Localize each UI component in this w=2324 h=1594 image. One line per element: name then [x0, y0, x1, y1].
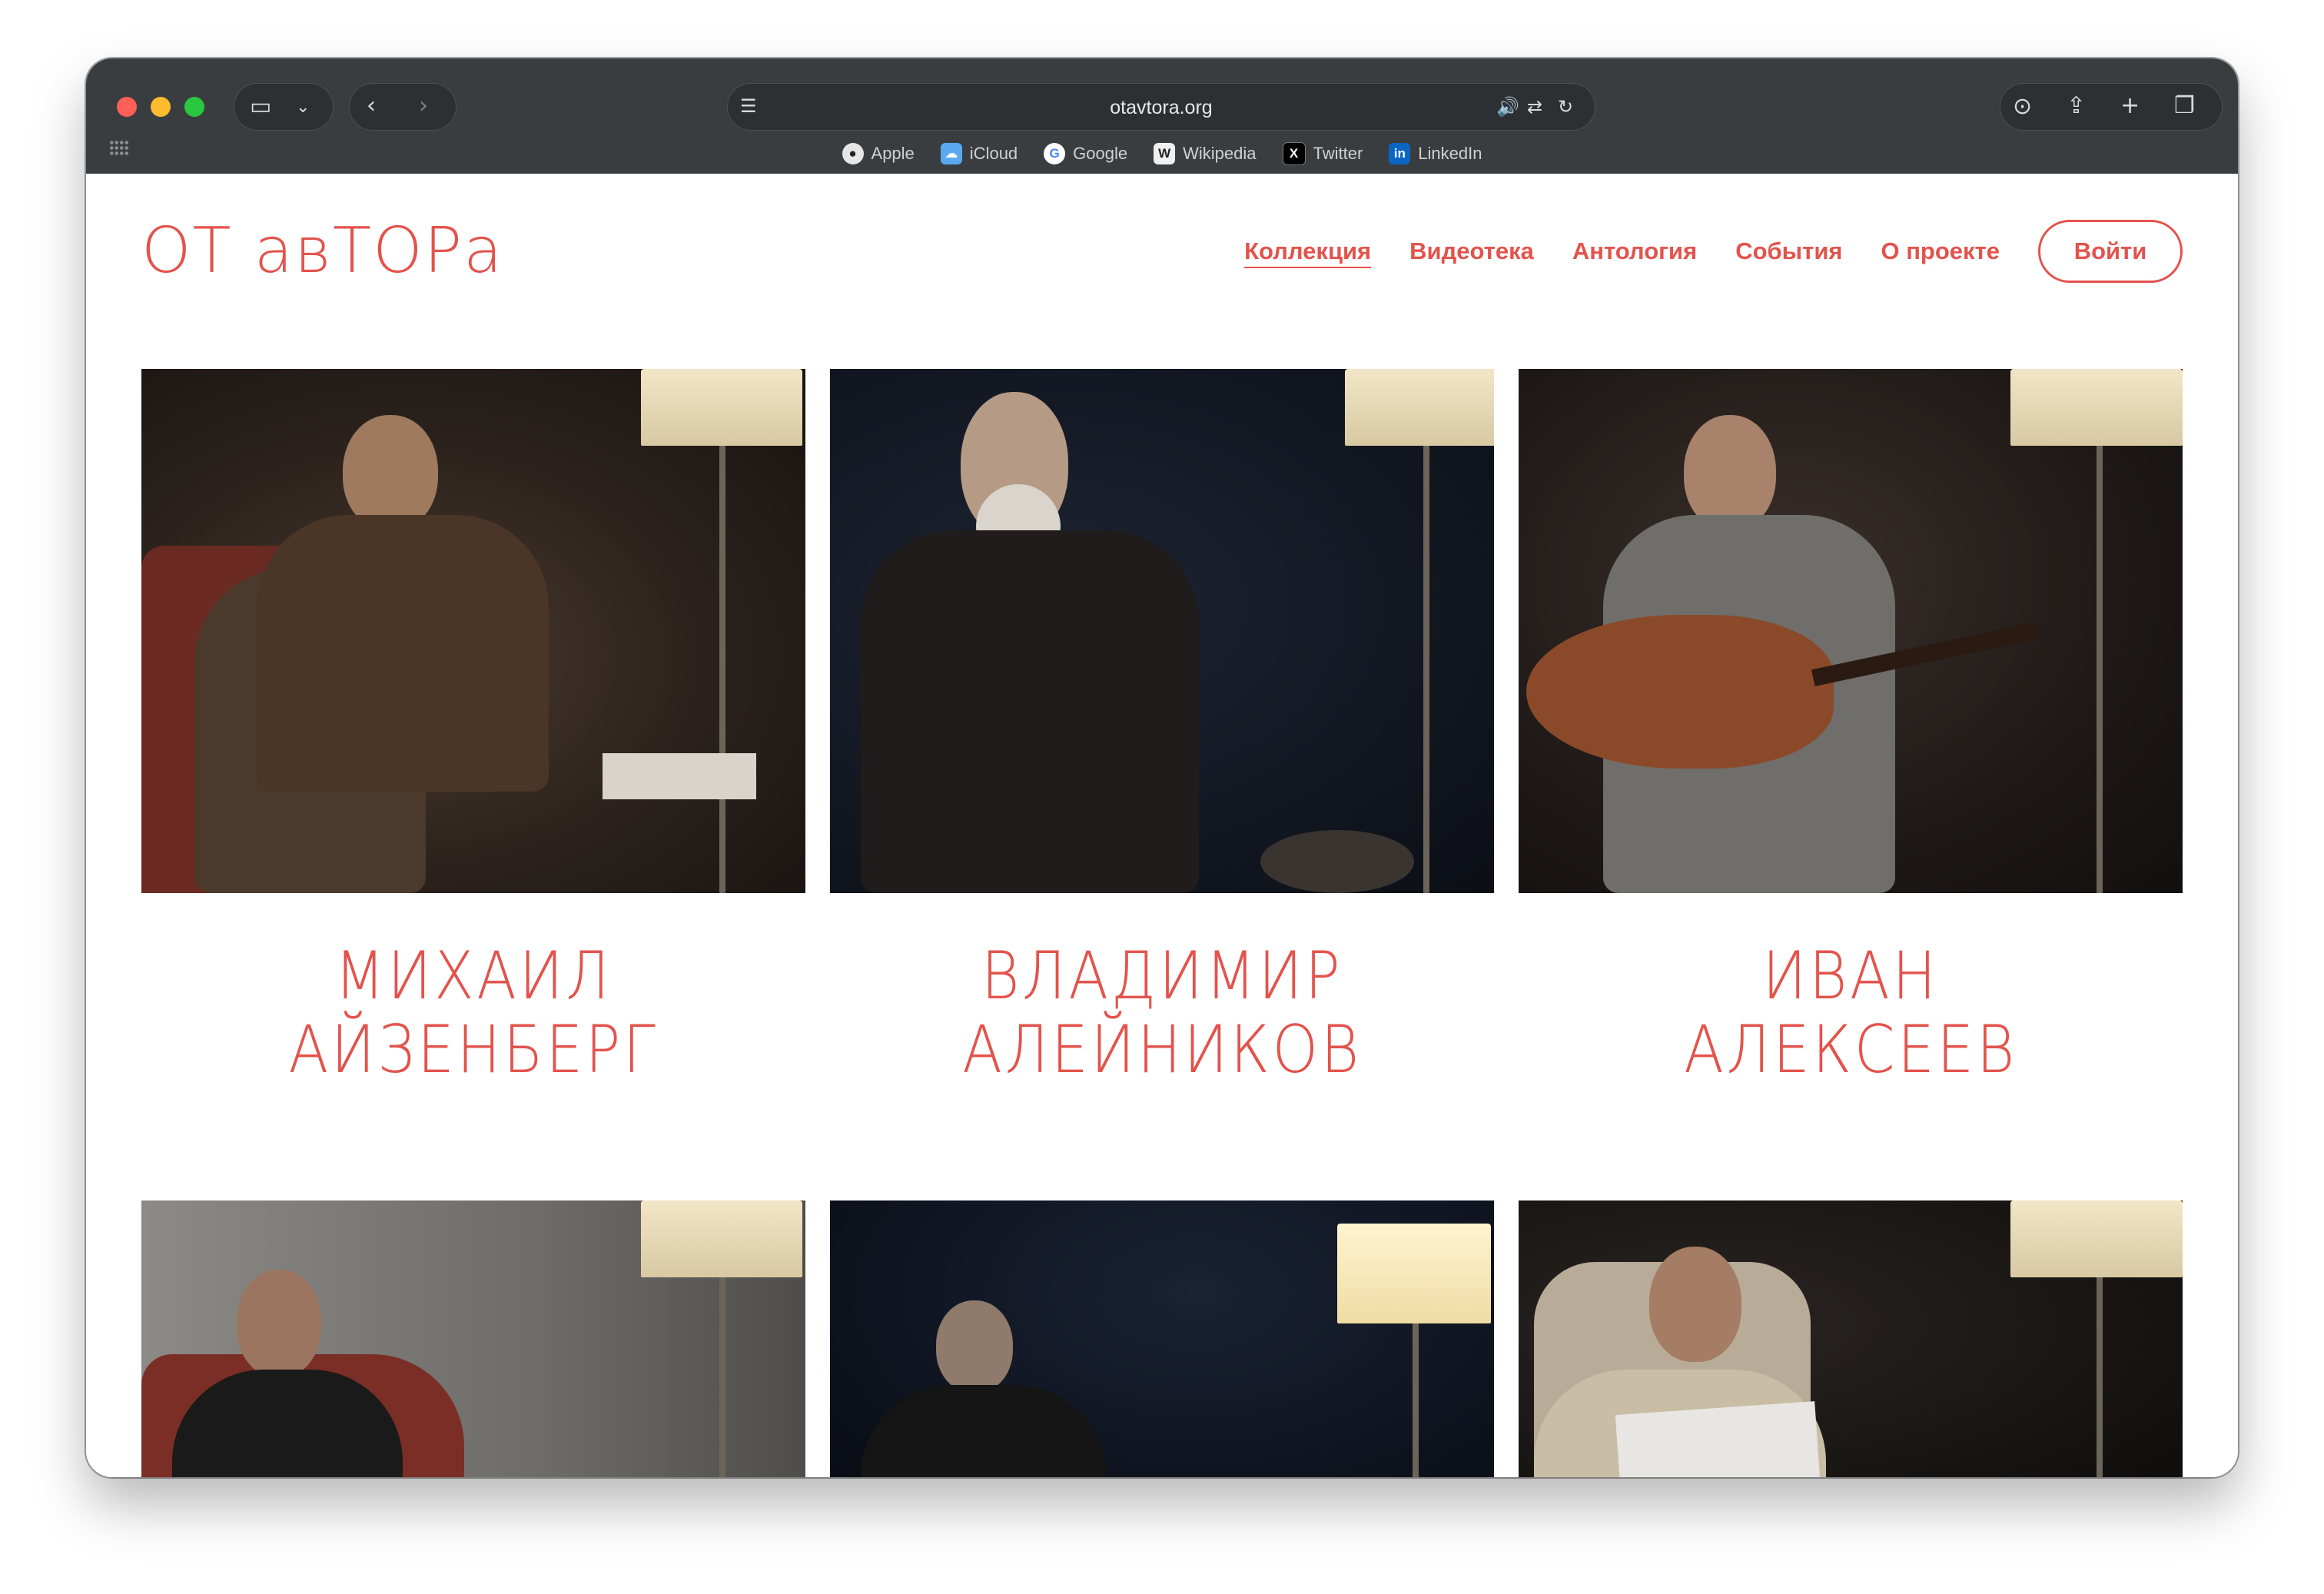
person-head: [936, 1300, 1013, 1393]
sidebar-icon[interactable]: ▭: [250, 95, 271, 118]
author-photo[interactable]: [141, 369, 805, 893]
guitar: [1526, 615, 1834, 769]
x-icon: X: [1282, 142, 1306, 165]
lamp-pole: [719, 1277, 725, 1477]
author-first-name: ИВАН: [1762, 938, 1939, 1015]
favorite-apple[interactable]: ● Apple: [842, 138, 915, 169]
address-bar[interactable]: ☰ otavtora.org 🔊 ⇄ ↻: [727, 83, 1595, 131]
books: [603, 753, 756, 799]
author-photo[interactable]: [830, 1200, 1494, 1477]
tab-overview-icon[interactable]: ❐: [2174, 95, 2195, 118]
author-last-name: АЛЕКСЕЕВ: [1684, 1011, 2017, 1088]
icloud-icon: ☁: [940, 143, 962, 164]
web-page: ОТ авТОРа Коллекция Видеотека Антология …: [86, 174, 2238, 1477]
nav-events[interactable]: События: [1735, 237, 1842, 265]
person-head: [1649, 1247, 1741, 1362]
author-first-name: ВЛАДИМИР: [981, 938, 1343, 1015]
nav-videoteka[interactable]: Видеотека: [1409, 237, 1534, 265]
lamp-shade: [641, 1200, 802, 1277]
favorite-google[interactable]: G Google: [1044, 138, 1127, 169]
chevron-down-icon[interactable]: ⌄: [296, 96, 310, 119]
browser-window: ▭ ⌄ ‹ › ☰ otavtora.org 🔊 ⇄ ↻ ⊙ ⇪ + ❐ ● A…: [86, 58, 2238, 1477]
lamp-pole: [719, 446, 725, 893]
new-tab-icon[interactable]: +: [2120, 95, 2140, 118]
google-icon: G: [1044, 143, 1066, 164]
forward-icon[interactable]: ›: [419, 95, 428, 118]
author-last-name: АЙЗЕНБЕРГ: [288, 1011, 659, 1088]
downloads-icon[interactable]: ⊙: [2013, 95, 2032, 118]
nav-about[interactable]: О проекте: [1881, 237, 2000, 265]
person: [861, 1385, 1107, 1477]
favorite-label: Twitter: [1313, 144, 1363, 163]
lamp-shade: [1337, 1224, 1491, 1323]
favorite-label: LinkedIn: [1418, 144, 1482, 163]
author-photo[interactable]: [830, 369, 1494, 893]
jacket: [257, 515, 549, 792]
favorite-twitter[interactable]: X Twitter: [1282, 138, 1363, 169]
minimize-window-button[interactable]: [151, 97, 171, 117]
toolbar-actions: ⊙ ⇪ + ❐: [2000, 83, 2223, 131]
linkedin-icon: in: [1389, 143, 1411, 164]
side-table: [1260, 830, 1414, 893]
person-head: [237, 1270, 321, 1377]
login-button[interactable]: Войти: [2038, 220, 2183, 283]
author-photo[interactable]: [1519, 1200, 2183, 1477]
share-icon[interactable]: ⇪: [2067, 95, 2086, 118]
favorite-wikipedia[interactable]: W Wikipedia: [1154, 138, 1257, 169]
lamp-shade: [2010, 1200, 2183, 1277]
reload-icon[interactable]: ↻: [1558, 95, 1573, 118]
author-first-name: МИХАИЛ: [334, 938, 613, 1015]
favorite-label: Wikipedia: [1183, 144, 1257, 163]
browser-toolbar: ▭ ⌄ ‹ › ☰ otavtora.org 🔊 ⇄ ↻ ⊙ ⇪ + ❐ ● A…: [86, 58, 2238, 174]
history-nav-group: ‹ ›: [349, 83, 456, 131]
audio-playing-icon[interactable]: 🔊: [1496, 95, 1519, 118]
person: [861, 530, 1199, 893]
main-nav: Коллекция Видеотека Антология События О …: [1244, 220, 2183, 283]
wikipedia-icon: W: [1154, 143, 1176, 164]
lamp-pole: [2097, 1277, 2103, 1477]
author-photo[interactable]: [141, 1200, 805, 1477]
back-icon[interactable]: ‹: [367, 95, 376, 118]
author-name[interactable]: ИВАН АЛЕКСЕЕВ: [1559, 939, 2143, 1087]
favorite-label: Apple: [871, 144, 915, 163]
lamp-shade: [1345, 369, 1494, 446]
favorite-linkedin[interactable]: in LinkedIn: [1389, 138, 1482, 169]
site-logo[interactable]: ОТ авТОРа: [141, 217, 503, 286]
zoom-window-button[interactable]: [184, 97, 204, 117]
translate-icon[interactable]: ⇄: [1527, 95, 1542, 118]
lamp-pole: [1423, 446, 1429, 893]
nav-collection[interactable]: Коллекция: [1244, 237, 1371, 265]
lamp-shade: [641, 369, 802, 446]
url-text[interactable]: otavtora.org: [728, 84, 1595, 131]
paper-sheets: [1615, 1401, 1822, 1477]
favorite-label: Google: [1073, 144, 1128, 163]
favorites-bar: ● Apple ☁ iCloud G Google W Wikipedia X …: [86, 138, 2238, 169]
favorite-icloud[interactable]: ☁ iCloud: [940, 138, 1018, 169]
sidebar-toggle-group: ▭ ⌄: [234, 83, 334, 131]
lamp-pole: [2097, 446, 2103, 893]
person-head: [1684, 415, 1776, 530]
lamp-pole: [1413, 1323, 1419, 1477]
person-head: [343, 415, 438, 530]
nav-anthology[interactable]: Антология: [1572, 237, 1697, 265]
author-last-name: АЛЕЙНИКОВ: [962, 1011, 1362, 1088]
close-window-button[interactable]: [117, 97, 137, 117]
lamp-shade: [2010, 369, 2183, 446]
apple-icon: ●: [842, 143, 864, 164]
favorite-label: iCloud: [969, 144, 1018, 163]
author-name[interactable]: ВЛАДИМИР АЛЕЙНИКОВ: [870, 939, 1454, 1087]
author-name[interactable]: МИХАИЛ АЙЗЕНБЕРГ: [181, 939, 765, 1087]
author-photo[interactable]: [1519, 369, 2183, 893]
